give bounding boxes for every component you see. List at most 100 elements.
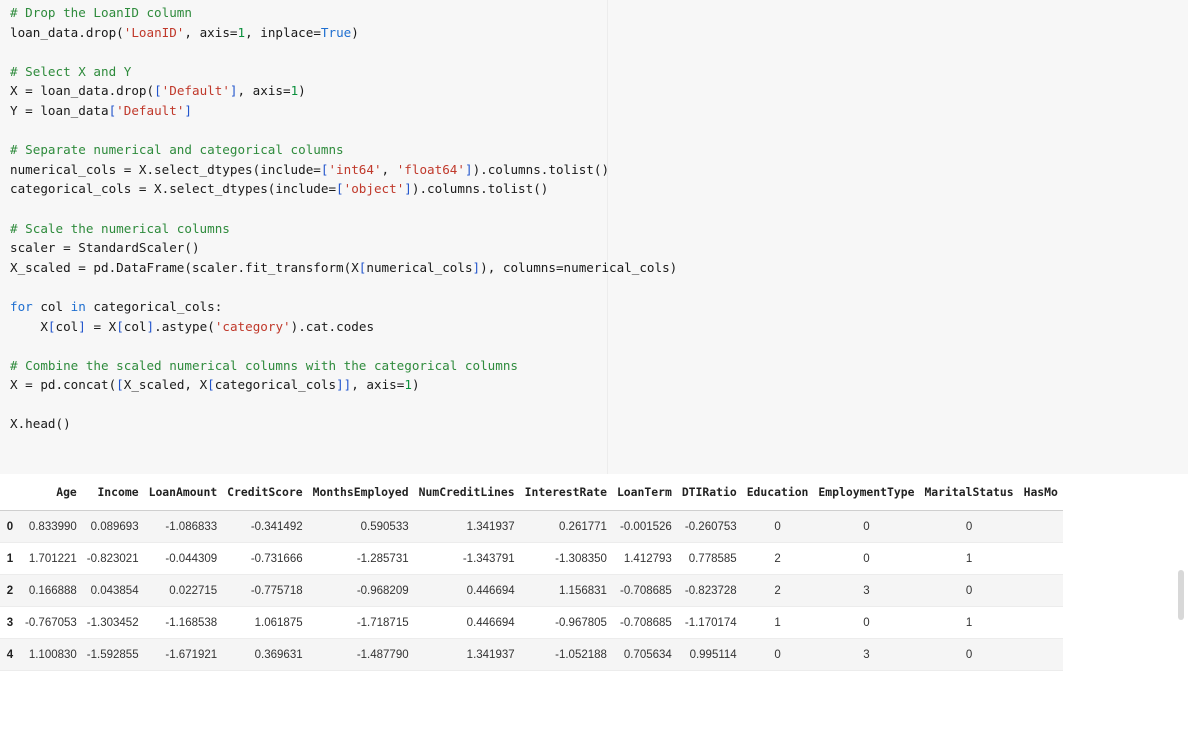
code-token: X: [10, 318, 48, 334]
code-token: [: [336, 181, 344, 197]
table-cell: -0.708685: [611, 574, 677, 607]
table-cell: 1.341937: [413, 638, 520, 671]
table-cell: -1.718715: [307, 606, 414, 639]
code-token: 'Default': [161, 83, 230, 99]
table-cell: 2: [741, 574, 814, 607]
table-cell: 0: [919, 638, 1019, 671]
table-cell: 0: [741, 510, 814, 543]
table-cell: 0: [919, 510, 1019, 543]
code-token: ).columns.tolist(): [472, 161, 610, 177]
table-cell: -1.086833: [143, 510, 223, 543]
table-cell: 0.833990: [20, 510, 82, 543]
table-cell: 1: [741, 606, 814, 639]
column-header: MaritalStatus: [919, 474, 1019, 511]
row-index: 2: [0, 574, 20, 607]
code-line: Y = loan_data['Default']: [10, 101, 677, 121]
code-token: ,: [381, 161, 397, 177]
code-line: loan_data.drop('LoanID', axis=1, inplace…: [10, 23, 677, 43]
code-token: X.head(): [10, 416, 71, 432]
code-token: numerical_cols: [366, 259, 473, 275]
table-cell: 0.022715: [143, 574, 223, 607]
output-scrollbar[interactable]: [1178, 570, 1184, 620]
table-cell: -1.285731: [307, 542, 414, 575]
code-token: [: [47, 318, 56, 334]
code-line: ​: [10, 277, 677, 297]
column-header: CreditScore: [222, 474, 308, 511]
column-header: Income: [81, 474, 144, 511]
table-cell: -1.303452: [81, 606, 144, 639]
code-token: = X: [85, 318, 117, 334]
code-line: scaler = StandardScaler(): [10, 238, 677, 258]
table-cell: -1.170174: [676, 606, 742, 639]
code-token: X_scaled = pd.DataFrame(scaler.fit_trans…: [10, 259, 359, 275]
code-token: # Combine the scaled numerical columns w…: [10, 357, 518, 373]
code-token: 'LoanID': [123, 24, 185, 40]
code-editor[interactable]: # Drop the LoanID column loan_data.drop('…: [10, 3, 677, 434]
code-line: numerical_cols = X.select_dtypes(include…: [10, 160, 677, 180]
code-token: # Drop the LoanID column: [10, 5, 192, 20]
code-line: ​: [10, 42, 677, 62]
code-token: ]: [146, 318, 155, 334]
table-cell: 2: [741, 542, 814, 575]
table-cell: -1.487790: [307, 638, 414, 671]
column-header: HasMo: [1018, 474, 1063, 511]
code-line: X_scaled = pd.DataFrame(scaler.fit_trans…: [10, 258, 677, 278]
code-line: X[col] = X[col].astype('category').cat.c…: [10, 317, 677, 337]
code-token: ), columns=numerical_cols): [480, 259, 678, 275]
code-token: # Scale the numerical columns: [10, 220, 230, 236]
code-token: in: [70, 298, 86, 314]
table-cell: 1.701221: [20, 542, 82, 575]
table-cell: 0.089693: [81, 510, 144, 543]
code-token: ]: [472, 259, 481, 275]
table-cell: -1.308350: [519, 542, 612, 575]
code-token: # Separate numerical and categorical col…: [10, 142, 344, 158]
table-cell: -0.767053: [20, 606, 82, 639]
table-cell: 1.061875: [222, 606, 308, 639]
table-cell: [1018, 542, 1063, 575]
table-cell: -1.343791: [413, 542, 520, 575]
code-token: ]: [336, 377, 344, 393]
code-line: ​: [10, 121, 677, 141]
code-token: ]: [229, 83, 238, 99]
code-line: ​: [10, 199, 677, 219]
table-cell: 1.100830: [20, 638, 82, 671]
code-line: X = loan_data.drop(['Default'], axis=1): [10, 81, 677, 101]
code-token: 'Default': [116, 102, 185, 118]
table-cell: 0.166888: [20, 574, 82, 607]
table-row: 1 1.701221 -0.823021 -0.044309 -0.731666 -1.2…: [0, 542, 1063, 575]
code-token: , axis=: [184, 24, 238, 40]
table-row: 0 0.833990 0.089693 -1.086833 -0.341492 0.590…: [0, 510, 1063, 543]
table-cell: -0.341492: [222, 510, 308, 543]
output-area: Age Income LoanAmount CreditScore MonthsEmpl…: [0, 474, 1188, 731]
code-token: ).cat.codes: [290, 318, 375, 334]
code-token: categorical_cols = X.select_dtypes(inclu…: [10, 181, 337, 197]
code-token: [: [116, 318, 124, 334]
code-token: X = loan_data.drop(: [10, 83, 155, 99]
code-token: ]: [78, 318, 86, 334]
code-token: X_scaled, X: [123, 377, 208, 393]
code-line: # Separate numerical and categorical col…: [10, 140, 677, 160]
code-token: .astype(: [154, 318, 215, 334]
code-token: col: [55, 318, 79, 334]
code-line: for col in categorical_cols:: [10, 297, 677, 317]
table-cell: -1.052188: [519, 638, 612, 671]
code-token: Y = loan_data: [10, 102, 109, 118]
code-token: ]: [464, 161, 473, 177]
table-header-row: Age Income LoanAmount CreditScore MonthsEmpl…: [0, 474, 1063, 511]
table-cell: -0.775718: [222, 574, 308, 607]
row-index: 4: [0, 638, 20, 671]
code-token: True: [320, 24, 352, 40]
table-cell: -1.671921: [143, 638, 223, 671]
code-token: col: [123, 318, 147, 334]
code-token: 'object': [343, 181, 405, 197]
table-cell: 0.705634: [611, 638, 677, 671]
code-token: ): [351, 24, 359, 40]
code-token: X = pd.concat(: [10, 377, 117, 393]
table-cell: [1018, 574, 1063, 607]
column-header: LoanTerm: [611, 474, 677, 511]
code-token: , inplace=: [245, 24, 321, 40]
dataframe-table: Age Income LoanAmount CreditScore MonthsEmpl…: [0, 474, 1063, 671]
code-line: X.head(): [10, 414, 677, 434]
code-line: # Drop the LoanID column: [10, 3, 677, 23]
code-cell[interactable]: # Drop the LoanID column loan_data.drop('…: [0, 0, 1188, 475]
